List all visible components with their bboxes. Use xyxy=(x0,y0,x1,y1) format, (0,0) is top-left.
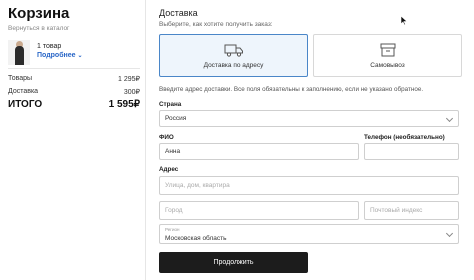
mouse-cursor-icon xyxy=(400,15,408,26)
city-placeholder: Город xyxy=(165,207,183,214)
item-count: 1 товар xyxy=(37,43,62,50)
back-to-catalog-link[interactable]: Вернуться в каталог xyxy=(8,25,69,32)
option-pickup[interactable]: Самовывоз xyxy=(313,34,462,77)
details-label: Подробнее xyxy=(37,52,76,59)
option-label: Самовывоз xyxy=(370,62,405,69)
choose-hint: Выберите, как хотите получить заказ: xyxy=(159,21,273,28)
name-label: ФИО xyxy=(159,134,174,141)
goods-value: 1 295₽ xyxy=(118,76,140,83)
address-hint: Введите адрес доставки. Все поля обязате… xyxy=(159,86,424,93)
name-field[interactable]: Анна xyxy=(159,143,359,160)
cart-title: Корзина xyxy=(8,5,70,22)
city-field[interactable]: Город xyxy=(159,201,359,220)
cart-panel: Корзина Вернуться в каталог 1 товар Подр… xyxy=(0,0,146,280)
region-small-label: Регион xyxy=(165,227,180,232)
option-label: Доставка по адресу xyxy=(203,62,264,69)
phone-label: Телефон (необязательно) xyxy=(364,134,445,141)
delivery-row: Доставка 300₽ xyxy=(8,88,140,96)
product-thumbnail xyxy=(8,40,30,65)
total-row: ИТОГО 1 595₽ xyxy=(8,99,140,110)
postal-code-field[interactable]: Почтовый индекс xyxy=(364,201,459,220)
goods-label: Товары xyxy=(8,75,33,82)
street-placeholder: Улица, дом, квартира xyxy=(165,182,230,189)
divider xyxy=(8,68,140,69)
truck-icon xyxy=(224,44,243,57)
region-select[interactable]: Регион Московская область xyxy=(159,224,459,244)
name-value: Анна xyxy=(165,148,181,155)
total-value: 1 595₽ xyxy=(108,99,140,110)
chevron-down-icon: ⌄ xyxy=(77,53,83,59)
country-select[interactable]: Россия xyxy=(159,110,459,127)
country-label: Страна xyxy=(159,101,182,108)
delivery-value: 300₽ xyxy=(123,89,140,96)
details-toggle[interactable]: Подробнее ⌄ xyxy=(37,52,83,59)
country-value: Россия xyxy=(165,115,187,122)
region-value: Московская область xyxy=(165,235,227,242)
phone-field[interactable] xyxy=(364,143,459,160)
chevron-down-icon xyxy=(445,114,454,123)
delivery-title: Доставка xyxy=(159,8,198,18)
street-field[interactable]: Улица, дом, квартира xyxy=(159,176,459,195)
delivery-label: Доставка xyxy=(8,88,39,95)
goods-row: Товары 1 295₽ xyxy=(8,75,140,83)
total-label: ИТОГО xyxy=(8,99,43,110)
postal-placeholder: Почтовый индекс xyxy=(370,207,423,214)
address-label: Адрес xyxy=(159,166,179,173)
box-icon xyxy=(380,43,395,57)
option-address-delivery[interactable]: Доставка по адресу xyxy=(159,34,308,77)
continue-button[interactable]: Продолжить xyxy=(159,252,308,273)
chevron-down-icon xyxy=(445,229,454,238)
